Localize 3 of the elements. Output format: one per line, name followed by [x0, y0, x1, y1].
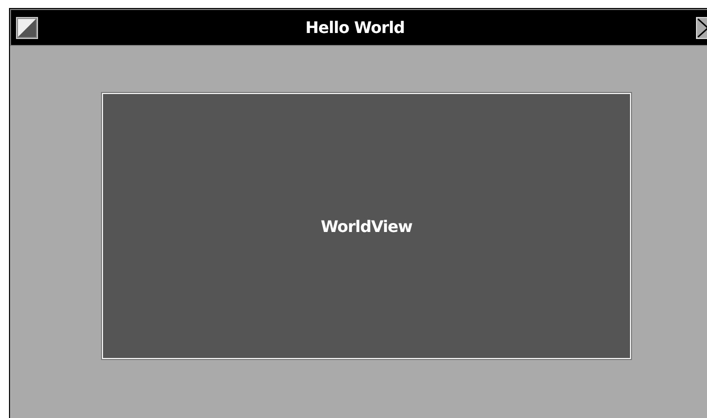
window-title: Hello World	[304, 18, 406, 37]
zoom-icon[interactable]	[16, 16, 38, 38]
view-label: WorldView	[320, 216, 412, 236]
